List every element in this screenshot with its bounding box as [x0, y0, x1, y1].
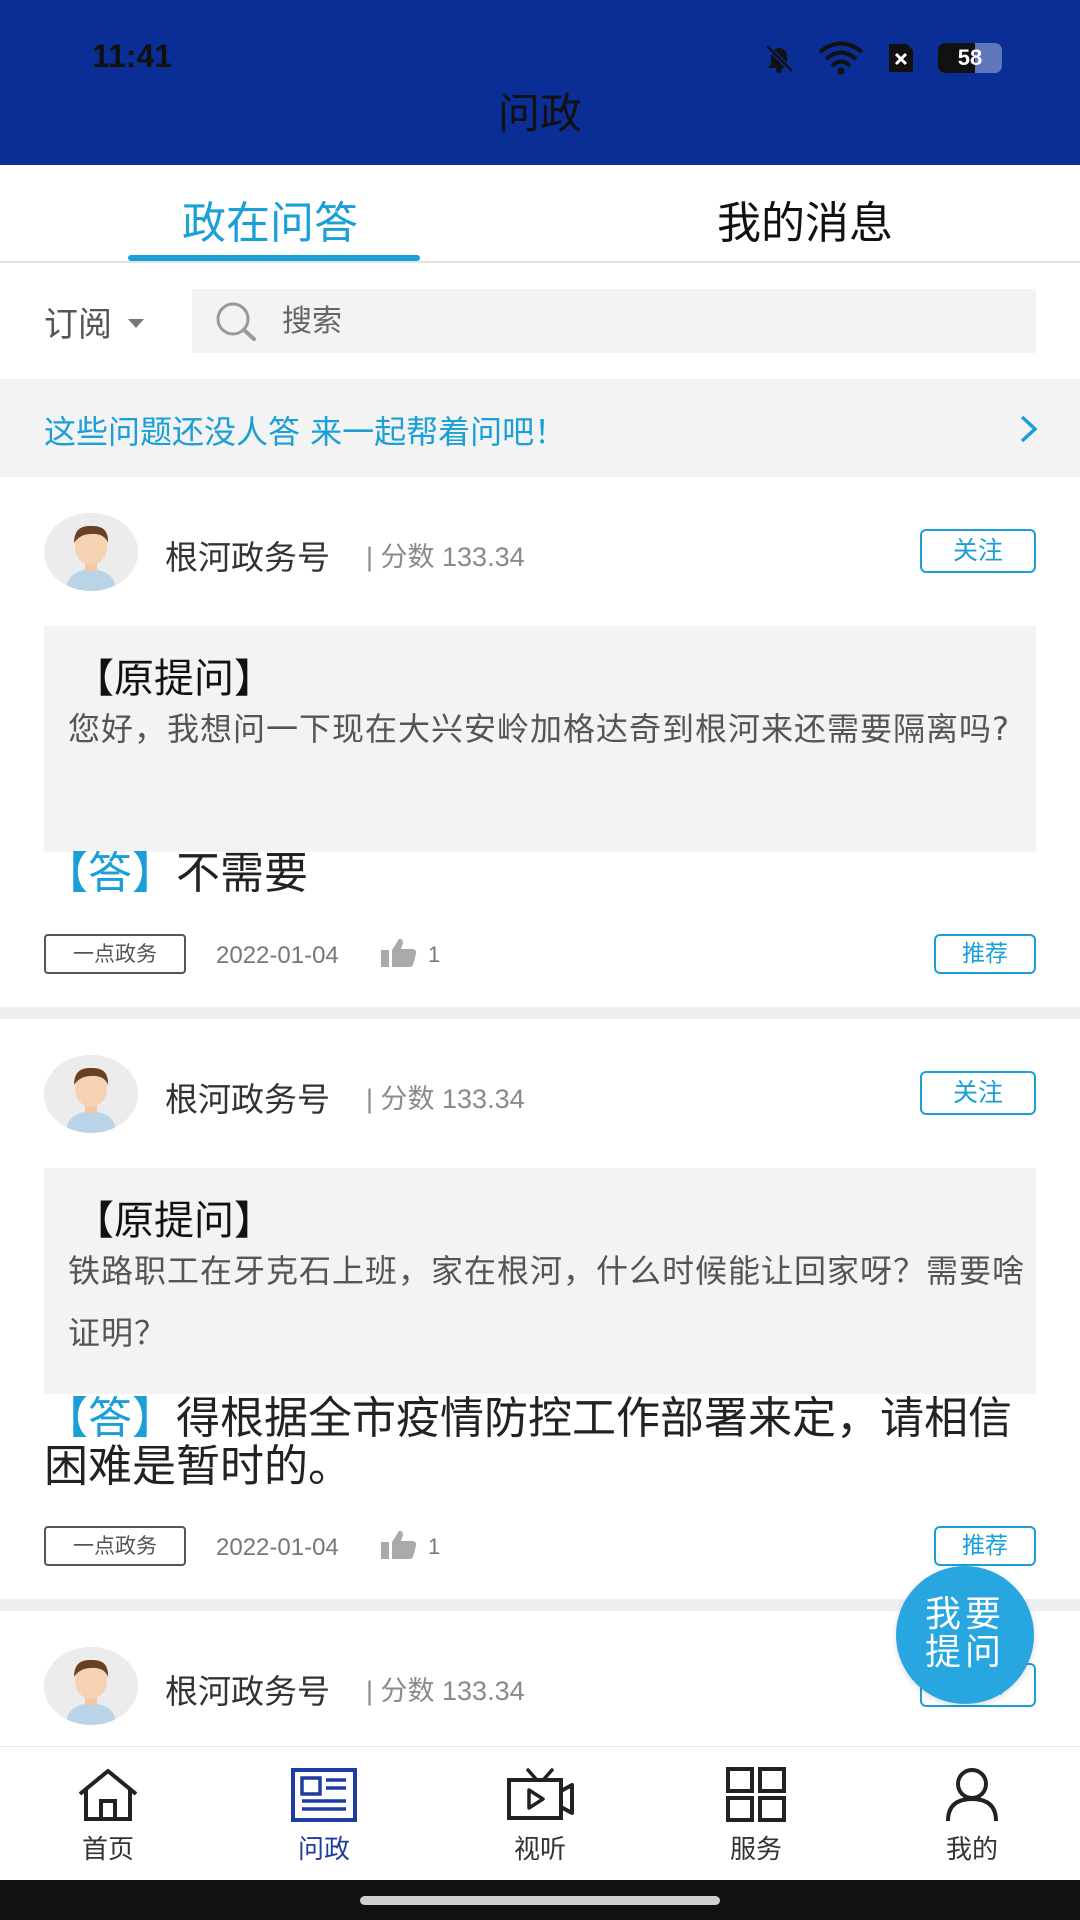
wifi-icon [818, 41, 864, 75]
nav-media[interactable]: 视听 [470, 1767, 610, 1866]
answer: 【答】不需要 [44, 850, 1044, 898]
nav-wenzheng[interactable]: 问政 [254, 1767, 394, 1866]
nav-mine[interactable]: 我的 [902, 1767, 1042, 1866]
question-body: 铁路职工在牙克石上班，家在根河，什么时候能让回家呀？需要啥证明？ [68, 1252, 1026, 1352]
like-count: 1 [428, 942, 441, 967]
answer: 【答】得根据全市疫情防控工作部署来定，请相信困难是暂时的。 [44, 1395, 1044, 1491]
silent-bell-icon [765, 44, 794, 73]
author-score: | 分数 133.34 [366, 542, 525, 572]
recommend-button[interactable]: 推荐 [934, 934, 1036, 974]
news-icon [291, 1768, 357, 1822]
qa-card[interactable]: 根河政务号 | 分数 133.34 关注 【原提问】 您好，我想问一下现在大兴安… [0, 477, 1080, 1007]
subscribe-dropdown[interactable]: 订阅 [44, 297, 144, 346]
user-icon [946, 1768, 998, 1822]
tv-icon [507, 1768, 574, 1820]
avatar [44, 513, 138, 591]
qa-card[interactable]: 根河政务号 | 分数 133.34 关注 【原提问】 铁路职工在牙克石上班，家在… [0, 1019, 1080, 1599]
answer-tag: 【答】 [44, 848, 176, 899]
tab-qa[interactable]: 政在问答 [0, 187, 540, 251]
recommend-button[interactable]: 推荐 [934, 1526, 1036, 1566]
follow-button[interactable]: 关注 [920, 1071, 1036, 1115]
tab-bar: 政在问答 我的消息 [0, 165, 1080, 263]
answer-tag: 【答】 [44, 1393, 176, 1444]
source-tag: 一点政务 [44, 1526, 186, 1566]
search-input[interactable] [282, 303, 982, 339]
avatar [44, 1647, 138, 1725]
answer-text: 不需要 [176, 848, 308, 899]
source-tag: 一点政务 [44, 934, 186, 974]
nav-services[interactable]: 服务 [686, 1767, 826, 1866]
author-name[interactable]: 根河政务号 [165, 1665, 330, 1713]
nav-home[interactable]: 首页 [38, 1767, 178, 1866]
sim-icon [889, 44, 913, 72]
author-name[interactable]: 根河政务号 [165, 1073, 330, 1121]
nav-label: 我的 [945, 1835, 998, 1865]
home-icon [78, 1769, 138, 1821]
search-icon [216, 302, 256, 341]
ask-question-button[interactable]: 我要 提问 [896, 1566, 1034, 1704]
caret-down-icon [128, 319, 144, 328]
thumbs-up-icon[interactable] [380, 937, 418, 969]
fab-line-1: 我要 [924, 1594, 1005, 1635]
avatar-image [44, 1647, 138, 1725]
system-gesture-bar [0, 1880, 1080, 1920]
card-divider [0, 1007, 1080, 1019]
chevron-right-icon [1020, 415, 1038, 443]
nav-label: 视听 [513, 1835, 566, 1865]
battery-level: 58 [957, 45, 983, 70]
battery-indicator: 58 [938, 43, 1002, 73]
unanswered-banner[interactable]: 这些问题还没人答 来一起帮着问吧！ [0, 379, 1080, 477]
grid-icon [726, 1767, 786, 1822]
follow-button[interactable]: 关注 [920, 529, 1036, 573]
original-question: 【原提问】 铁路职工在牙克石上班，家在根河，什么时候能让回家呀？需要啥证明？ [44, 1168, 1036, 1394]
search-box[interactable] [192, 289, 1036, 353]
nav-label: 服务 [729, 1835, 782, 1865]
subscribe-label: 订阅 [44, 305, 112, 345]
avatar-image [44, 1055, 138, 1133]
bottom-nav: 首页 问政 视听 服务 我的 [0, 1746, 1080, 1880]
status-icons: 58 [762, 40, 1002, 76]
gesture-handle[interactable] [360, 1896, 720, 1905]
author-score: | 分数 133.34 [366, 1084, 525, 1114]
avatar [44, 1055, 138, 1133]
nav-label: 首页 [81, 1835, 134, 1865]
fab-line-2: 提问 [924, 1632, 1005, 1673]
tab-my-messages[interactable]: 我的消息 [540, 187, 1070, 251]
post-date: 2022-01-04 [216, 1534, 339, 1561]
question-title: 【原提问】 [74, 656, 274, 702]
active-tab-indicator [128, 255, 420, 261]
post-date: 2022-01-04 [216, 942, 339, 969]
author-score: | 分数 133.34 [366, 1676, 525, 1706]
nav-label: 问政 [297, 1835, 350, 1865]
answer-text: 得根据全市疫情防控工作部署来定，请相信困难是暂时的。 [44, 1393, 1012, 1492]
banner-text: 这些问题还没人答 来一起帮着问吧！ [44, 413, 567, 451]
thumbs-up-icon[interactable] [380, 1529, 418, 1561]
header-bar: 11:41 58 问政 [0, 0, 1080, 165]
author-name[interactable]: 根河政务号 [165, 531, 330, 579]
original-question: 【原提问】 您好，我想问一下现在大兴安岭加格达奇到根河来还需要隔离吗? [44, 626, 1036, 852]
page-title: 问政 [497, 89, 582, 138]
avatar-image [44, 513, 138, 591]
like-count: 1 [428, 1534, 441, 1559]
question-title: 【原提问】 [74, 1198, 274, 1244]
status-time: 11:41 [92, 38, 173, 74]
question-body: 您好，我想问一下现在大兴安岭加格达奇到根河来还需要隔离吗? [68, 710, 1010, 748]
filter-row: 订阅 [0, 265, 1080, 377]
